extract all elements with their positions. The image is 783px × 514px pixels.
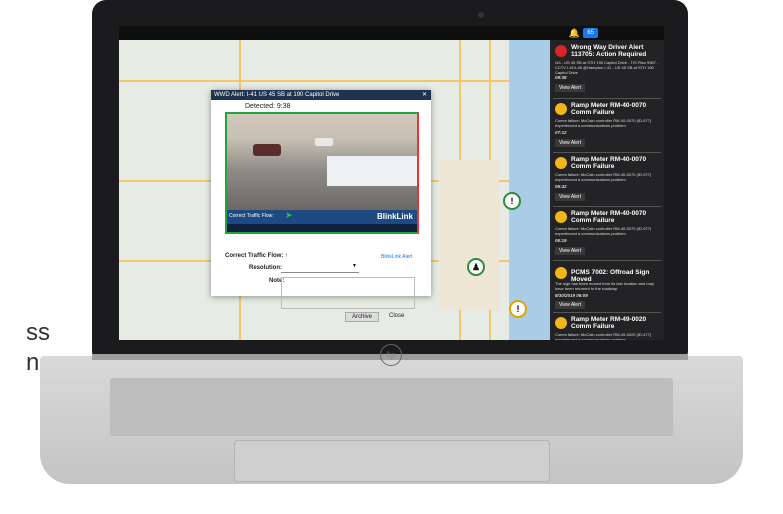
alert-card[interactable]: Ramp Meter RM-40-0070 Comm Failure Comm … <box>553 208 661 261</box>
arrow-up-icon: ↑ <box>285 253 289 259</box>
alert-card[interactable]: Wrong Way Driver Alert 113705: Action Re… <box>553 42 661 99</box>
blinklink-logo: BlinkLink <box>376 212 413 221</box>
alert-title: Wrong Way Driver Alert 113705: Action Re… <box>571 44 647 58</box>
note-textarea[interactable] <box>281 277 415 309</box>
alert-body: Comm failure: McCain controller RM-40-00… <box>555 118 652 128</box>
car-image <box>315 138 333 146</box>
view-alert-button[interactable]: View Alert <box>555 301 586 309</box>
alert-title: Ramp Meter RM-49-0020 Comm Failure <box>571 316 647 330</box>
alert-title: Ramp Meter RM-40-0070 Comm Failure <box>571 156 647 170</box>
bell-icon[interactable]: 🔔 <box>569 28 580 39</box>
alert-warning-icon <box>555 317 567 329</box>
dialog-title: WWD Alert: I-41 US 45 SB at 190 Capitol … <box>214 92 340 98</box>
camera-flow-label: Correct Traffic Flow: <box>229 213 274 219</box>
close-icon[interactable]: ✕ <box>422 90 427 100</box>
notification-count-badge[interactable]: 65 <box>583 28 598 38</box>
wrong-way-alert-marker-icon[interactable]: ! <box>503 192 521 210</box>
alert-time: 06:42 <box>555 184 567 189</box>
laptop-keyboard <box>110 378 673 436</box>
flow-arrow-icon: ➤ <box>285 210 293 220</box>
close-button[interactable]: Close <box>383 312 410 320</box>
camera-feed[interactable]: Correct Traffic Flow: ➤ BlinkLink <box>225 112 419 234</box>
alert-time: 09:38 <box>555 75 567 80</box>
alert-card[interactable]: Ramp Meter RM-40-0070 Comm Failure Comm … <box>553 154 661 207</box>
view-alert-button[interactable]: View Alert <box>555 247 586 255</box>
alert-card[interactable]: PCMS 7002: Offroad Sign Moved The sign h… <box>553 264 661 313</box>
sign-marker-icon[interactable]: ♟ <box>467 258 485 276</box>
chevron-down-icon: ▼ <box>352 263 357 269</box>
camera-metadata-strip <box>227 224 417 232</box>
alert-body: Comm failure: McCain controller RM-40-00… <box>555 172 652 182</box>
resolution-label: Resolution: <box>249 265 282 271</box>
laptop-screen: 🔔 65 ! ♟ ! Wrong Way Driver Alert 113705… <box>119 26 664 340</box>
alert-card[interactable]: Ramp Meter RM-49-0020 Comm Failure Comm … <box>553 314 661 340</box>
view-alert-button[interactable]: View Alert <box>555 139 586 147</box>
alert-panel: Wrong Way Driver Alert 113705: Action Re… <box>550 40 664 340</box>
top-bar: 🔔 65 <box>119 26 664 40</box>
alert-body: Comm failure: McCain controller RM-40-00… <box>555 226 652 236</box>
warning-marker-icon[interactable]: ! <box>509 300 527 318</box>
blinklink-alert-link[interactable]: BlinkLink Alert <box>381 254 412 260</box>
snow-bank <box>327 156 417 186</box>
hp-logo: hp <box>380 344 402 366</box>
camera-info-bar: Correct Traffic Flow: ➤ BlinkLink <box>227 210 417 224</box>
side-text-line-1: ss <box>26 319 50 346</box>
alert-warning-icon <box>555 157 567 169</box>
alert-title: Ramp Meter RM-40-0070 Comm Failure <box>571 210 647 224</box>
detected-time: Detected: 9:38 <box>245 103 291 110</box>
alert-warning-icon <box>555 103 567 115</box>
alert-card[interactable]: Ramp Meter RM-40-0070 Comm Failure Comm … <box>553 100 661 153</box>
map-road <box>119 80 509 82</box>
alert-danger-icon <box>555 45 567 57</box>
dialog-header: WWD Alert: I-41 US 45 SB at 190 Capitol … <box>211 90 431 100</box>
sign-icon <box>555 267 567 279</box>
resolution-select[interactable]: ▼ <box>281 263 359 273</box>
correct-flow-label: Correct Traffic Flow: ↑ <box>225 253 288 259</box>
alert-warning-icon <box>555 211 567 223</box>
alert-time: 07:12 <box>555 130 567 135</box>
wwd-alert-dialog: WWD Alert: I-41 US 45 SB at 190 Capitol … <box>211 90 431 322</box>
webcam-icon <box>478 12 484 18</box>
map-urban-area <box>439 160 499 310</box>
alert-body: I43 - US 45 SB at STH 190 Capitol Drive … <box>555 60 659 75</box>
laptop-trackpad <box>234 440 550 482</box>
car-image <box>253 144 281 156</box>
alert-body: Comm failure: McCain controller RM-49-00… <box>555 332 652 340</box>
camera-image <box>227 114 417 210</box>
lake-michigan <box>509 40 550 340</box>
correct-flow-text: Correct Traffic Flow: <box>225 253 284 259</box>
alert-body: The sign has been moved from its last lo… <box>555 281 654 291</box>
alert-time: 8/30/2019 06:09 <box>555 293 588 298</box>
archive-button[interactable]: Archive <box>345 312 380 322</box>
alert-time: 06:19 <box>555 238 567 243</box>
view-alert-button[interactable]: View Alert <box>555 193 586 201</box>
view-alert-button[interactable]: View Alert <box>555 84 586 92</box>
alert-title: Ramp Meter RM-40-0070 Comm Failure <box>571 102 647 116</box>
